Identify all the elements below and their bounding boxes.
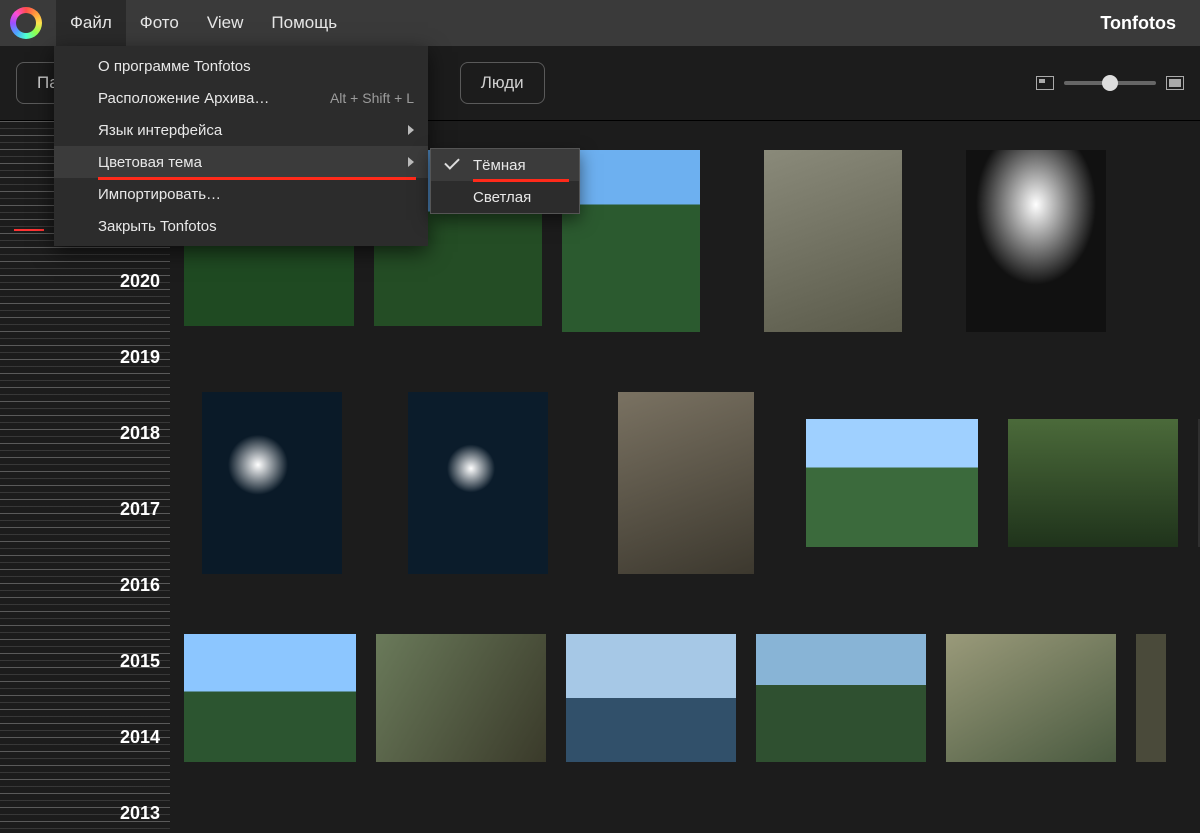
theme-light[interactable]: Светлая xyxy=(431,181,579,213)
slider-knob[interactable] xyxy=(1102,75,1118,91)
photo-thumbnail[interactable] xyxy=(966,150,1106,332)
menu-theme-label: Цветовая тема xyxy=(98,154,202,171)
photo-thumbnail[interactable] xyxy=(756,634,926,762)
photo-thumbnail[interactable] xyxy=(764,150,902,332)
app-logo-icon xyxy=(10,7,42,39)
timeline-year[interactable]: 2014 xyxy=(120,727,160,748)
gallery-row xyxy=(184,392,1200,574)
check-icon xyxy=(444,154,460,170)
menu-view[interactable]: View xyxy=(193,0,258,46)
chevron-right-icon xyxy=(408,157,414,167)
menu-color-theme[interactable]: Цветовая тема xyxy=(54,146,428,178)
thumbnail-size-slider[interactable] xyxy=(1064,81,1156,85)
timeline-year[interactable]: 2018 xyxy=(120,423,160,444)
photo-thumbnail[interactable] xyxy=(202,392,342,574)
menu-photo[interactable]: Фото xyxy=(126,0,193,46)
menu-archive-label: Расположение Архива… xyxy=(98,90,269,107)
chevron-right-icon xyxy=(408,125,414,135)
menu-about[interactable]: О программе Tonfotos xyxy=(54,50,428,82)
theme-dark-label: Тёмная xyxy=(473,157,526,174)
theme-dark[interactable]: Тёмная xyxy=(431,149,579,181)
timeline-year[interactable]: 2020 xyxy=(120,271,160,292)
menu-file[interactable]: Файл xyxy=(56,0,126,46)
menu-archive-location[interactable]: Расположение Архива… Alt + Shift + L xyxy=(54,82,428,114)
photo-thumbnail[interactable] xyxy=(408,392,548,574)
timeline-year[interactable]: 2013 xyxy=(120,803,160,824)
photo-thumbnail[interactable] xyxy=(1136,634,1166,762)
menu-about-label: О программе Tonfotos xyxy=(98,58,251,75)
theme-light-label: Светлая xyxy=(473,189,531,206)
timeline-year[interactable]: 2017 xyxy=(120,499,160,520)
photo-thumbnail[interactable] xyxy=(806,419,978,547)
timeline-years: 2020 2019 2018 2017 2016 2015 2014 2013 xyxy=(120,271,160,833)
thumbnail-gallery xyxy=(184,150,1200,833)
tab-people[interactable]: Люди xyxy=(460,62,545,104)
photo-thumbnail[interactable] xyxy=(376,634,546,762)
photo-thumbnail[interactable] xyxy=(946,634,1116,762)
menu-language[interactable]: Язык интерфейса xyxy=(54,114,428,146)
thumb-size-large-icon[interactable] xyxy=(1166,76,1184,90)
menu-close-app[interactable]: Закрыть Tonfotos xyxy=(54,210,428,242)
menu-help[interactable]: Помощь xyxy=(257,0,351,46)
menu-import-label: Импортировать… xyxy=(98,186,221,203)
file-menu-dropdown: О программе Tonfotos Расположение Архива… xyxy=(54,46,428,246)
menu-archive-shortcut: Alt + Shift + L xyxy=(330,90,414,106)
menu-import[interactable]: Импортировать… xyxy=(54,178,428,210)
photo-thumbnail[interactable] xyxy=(1008,419,1178,547)
timeline-current-marker xyxy=(14,229,44,231)
timeline-year[interactable]: 2019 xyxy=(120,347,160,368)
menubar: Файл Фото View Помощь Tonfotos xyxy=(0,0,1200,46)
gallery-row xyxy=(184,634,1200,762)
theme-submenu: Тёмная Светлая xyxy=(430,148,580,214)
app-title: Tonfotos xyxy=(1100,13,1176,34)
photo-thumbnail[interactable] xyxy=(184,634,356,762)
timeline-year[interactable]: 2015 xyxy=(120,651,160,672)
photo-thumbnail[interactable] xyxy=(562,150,700,332)
photo-thumbnail[interactable] xyxy=(566,634,736,762)
menu-language-label: Язык интерфейса xyxy=(98,122,222,139)
menu-close-label: Закрыть Tonfotos xyxy=(98,218,217,235)
photo-thumbnail[interactable] xyxy=(618,392,754,574)
thumb-size-small-icon[interactable] xyxy=(1036,76,1054,90)
timeline-year[interactable]: 2016 xyxy=(120,575,160,596)
